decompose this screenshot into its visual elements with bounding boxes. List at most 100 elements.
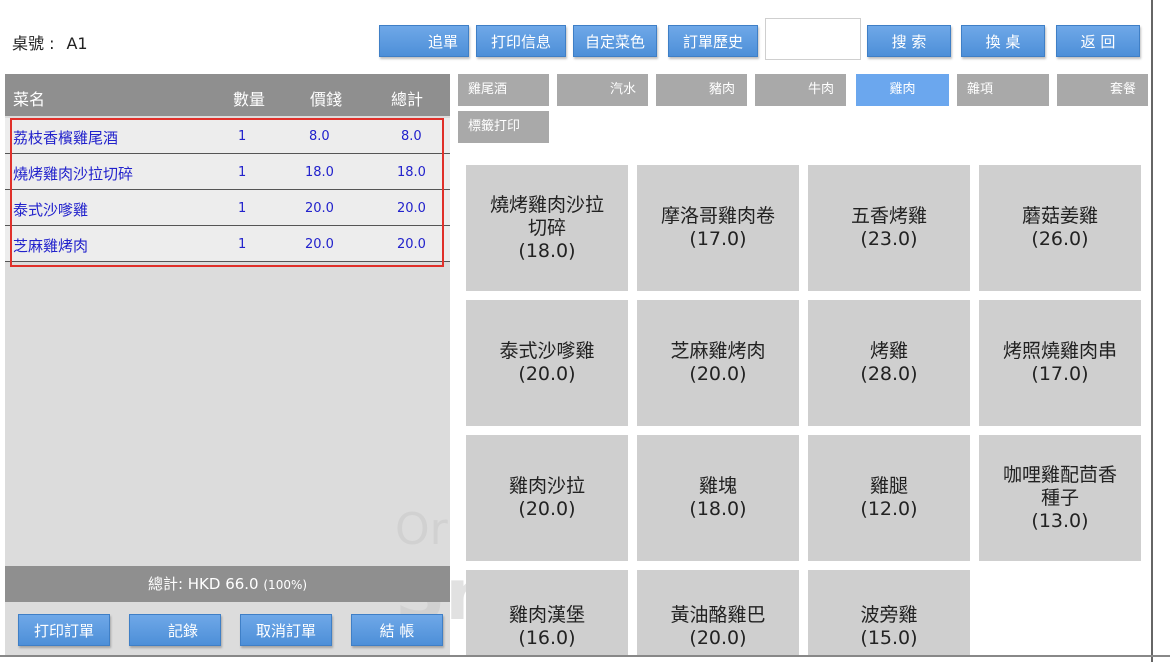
change-table-button[interactable]: 換 桌 (961, 25, 1045, 57)
dish-price: 18.0 (518, 240, 575, 263)
tab-beef[interactable]: 牛肉 (755, 74, 846, 106)
order-row-total: 18.0 (397, 165, 426, 180)
back-button[interactable]: 返 回 (1056, 25, 1140, 57)
dish-name: 雞塊 (698, 475, 737, 497)
order-row-total: 20.0 (397, 237, 426, 252)
column-price: 價錢 (310, 90, 343, 109)
order-row-name: 泰式沙嗲雞 (13, 201, 89, 219)
dish-tile[interactable]: 燒烤雞肉沙拉 切碎18.0 (466, 165, 628, 291)
dish-name: 五香烤雞 (850, 205, 927, 227)
dish-price: 12.0 (860, 498, 917, 521)
dish-price: 18.0 (689, 498, 746, 521)
dish-name: 烤雞 (869, 340, 908, 362)
dish-tile[interactable]: 烤照燒雞肉串17.0 (979, 300, 1141, 426)
tab-pork[interactable]: 豬肉 (656, 74, 747, 106)
dish-name: 燒烤雞肉沙拉 切碎 (489, 193, 604, 239)
dish-tile[interactable]: 雞塊18.0 (637, 435, 799, 561)
tab-chicken[interactable]: 雞肉 (856, 74, 949, 106)
table-number-value: A1 (66, 34, 88, 53)
dish-tile[interactable]: 雞肉沙拉20.0 (466, 435, 628, 561)
dish-tile[interactable]: 咖哩雞配茴香 種子13.0 (979, 435, 1141, 561)
order-row-qty: 1 (238, 201, 247, 216)
dish-tile[interactable]: 波旁雞15.0 (808, 570, 970, 656)
order-row[interactable]: 荔枝香檳雞尾酒 1 8.0 8.0 (5, 118, 450, 154)
order-row-qty: 1 (238, 129, 247, 144)
dish-tile[interactable]: 蘑菇姜雞26.0 (979, 165, 1141, 291)
column-total: 總計 (391, 90, 424, 109)
top-bar: 桌號 : A1 追單 打印信息 自定菜色 訂單歷史 搜 索 換 桌 返 回 (0, 0, 1170, 72)
tab-soda[interactable]: 汽水 (557, 74, 648, 106)
cancel-order-button[interactable]: 取消訂單 (240, 614, 332, 646)
order-total-percent: (100%) (263, 578, 308, 592)
dish-price: 16.0 (518, 627, 575, 650)
dish-price: 20.0 (518, 498, 575, 521)
order-row-price: 20.0 (305, 237, 334, 252)
print-info-button[interactable]: 打印信息 (476, 25, 566, 57)
order-row-qty: 1 (238, 237, 247, 252)
dish-name: 咖哩雞配茴香 種子 (1002, 463, 1117, 509)
order-panel: 菜名 數量 價錢 總計 荔枝香檳雞尾酒 1 8.0 8.0 燒烤雞肉沙拉切碎 1… (5, 74, 495, 656)
tab-label-print[interactable]: 標籤打印 (458, 111, 549, 143)
dish-name: 雞腿 (869, 475, 908, 497)
dish-name: 蘑菇姜雞 (1021, 205, 1098, 227)
order-row-total: 8.0 (401, 129, 422, 144)
records-button[interactable]: 記錄 (129, 614, 221, 646)
dish-name: 芝麻雞烤肉 (670, 340, 766, 362)
order-row-price: 8.0 (309, 129, 330, 144)
order-row[interactable]: 燒烤雞肉沙拉切碎 1 18.0 18.0 (5, 154, 450, 190)
table-number: 桌號 : A1 (12, 30, 88, 54)
search-input[interactable] (765, 18, 861, 60)
column-qty: 數量 (233, 90, 266, 109)
dish-price: 20.0 (518, 363, 575, 386)
tab-misc[interactable]: 雜項 (957, 74, 1049, 106)
dish-price: 13.0 (1031, 510, 1088, 533)
dish-tile[interactable]: 烤雞28.0 (808, 300, 970, 426)
dish-price: 15.0 (860, 627, 917, 650)
dish-price: 23.0 (860, 228, 917, 251)
dish-tile[interactable]: 五香烤雞23.0 (808, 165, 970, 291)
order-total-bar: 總計: HKD 66.0 (100%) (5, 566, 450, 602)
checkout-button[interactable]: 結 帳 (351, 614, 443, 646)
order-row-name: 荔枝香檳雞尾酒 (13, 129, 119, 147)
dish-name: 雞肉沙拉 (508, 475, 585, 497)
dish-tile[interactable]: 雞腿12.0 (808, 435, 970, 561)
table-number-label: 桌號 : (12, 34, 55, 53)
order-total-text: 總計: HKD 66.0 (147, 575, 259, 593)
window-bottom-border (0, 655, 1170, 657)
tab-set-meal[interactable]: 套餐 (1057, 74, 1148, 106)
dish-price: 20.0 (689, 363, 746, 386)
dish-name: 摩洛哥雞肉卷 (660, 205, 775, 227)
order-row-price: 20.0 (305, 201, 334, 216)
print-order-button[interactable]: 打印訂單 (18, 614, 110, 646)
dish-price: 20.0 (689, 627, 746, 650)
window-right-border (1151, 0, 1153, 662)
watermark-line1: Or (395, 504, 448, 555)
dish-name: 泰式沙嗲雞 (499, 340, 595, 362)
order-row[interactable]: 泰式沙嗲雞 1 20.0 20.0 (5, 190, 450, 226)
dish-name: 波旁雞 (860, 604, 918, 626)
dish-tile[interactable]: 芝麻雞烤肉20.0 (637, 300, 799, 426)
dish-tile[interactable]: 泰式沙嗲雞20.0 (466, 300, 628, 426)
dish-price: 28.0 (860, 363, 917, 386)
order-row-total: 20.0 (397, 201, 426, 216)
order-row-name: 芝麻雞烤肉 (13, 237, 89, 255)
order-rows: 荔枝香檳雞尾酒 1 8.0 8.0 燒烤雞肉沙拉切碎 1 18.0 18.0 泰… (5, 118, 450, 262)
custom-dish-button[interactable]: 自定菜色 (573, 25, 657, 57)
order-table-header: 菜名 數量 價錢 總計 (5, 74, 450, 116)
dish-name: 烤照燒雞肉串 (1002, 340, 1117, 362)
column-name: 菜名 (13, 90, 46, 109)
dish-name: 雞肉漢堡 (508, 604, 585, 626)
dish-name: 黃油酪雞巴 (670, 604, 766, 626)
search-button[interactable]: 搜 索 (867, 25, 951, 57)
order-row[interactable]: 芝麻雞烤肉 1 20.0 20.0 (5, 226, 450, 262)
order-row-qty: 1 (238, 165, 247, 180)
tab-cocktail[interactable]: 雞尾酒 (458, 74, 549, 106)
dish-price: 26.0 (1031, 228, 1088, 251)
dish-tile[interactable]: 雞肉漢堡16.0 (466, 570, 628, 656)
dish-tile[interactable]: 黃油酪雞巴20.0 (637, 570, 799, 656)
order-row-price: 18.0 (305, 165, 334, 180)
order-history-button[interactable]: 訂單歷史 (668, 25, 758, 57)
add-order-button[interactable]: 追單 (379, 25, 469, 57)
dish-price: 17.0 (1031, 363, 1088, 386)
dish-tile[interactable]: 摩洛哥雞肉卷17.0 (637, 165, 799, 291)
